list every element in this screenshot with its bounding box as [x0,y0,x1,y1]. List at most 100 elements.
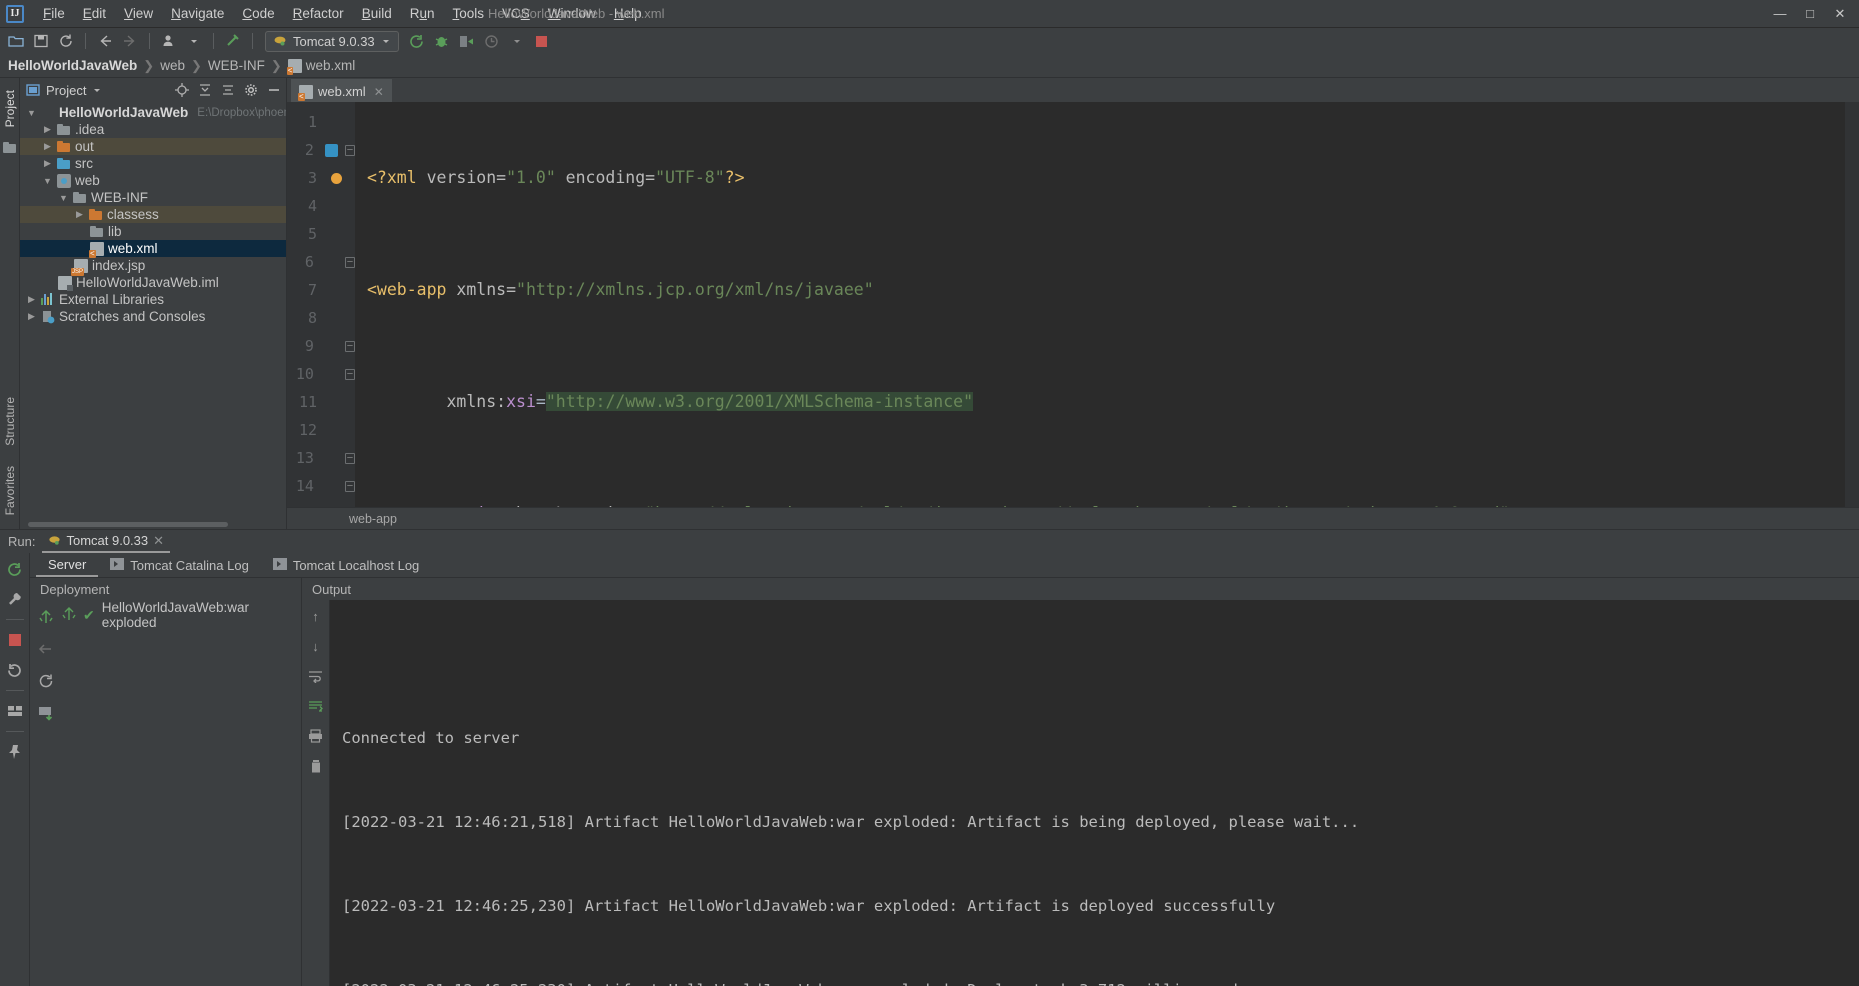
editor-status-element[interactable]: web-app [349,512,397,526]
save-icon[interactable] [30,30,52,52]
user-profile-icon[interactable] [158,30,180,52]
breadcrumb-file[interactable]: web.xml [286,58,355,75]
restart-icon[interactable] [5,660,25,680]
chevron-down-icon[interactable] [183,30,205,52]
menu-item-build[interactable]: Build [353,3,401,24]
breadcrumb-project[interactable]: HelloWorldJavaWeb [8,58,137,73]
tree-node-indexjsp[interactable]: index.jsp [20,257,286,276]
print-icon[interactable] [308,728,324,744]
tree-node-webxml[interactable]: web.xml [20,240,286,258]
menu-item-file[interactable]: File [34,3,74,24]
soft-wrap-icon[interactable] [308,668,324,684]
run-with-coverage-icon[interactable] [456,30,478,52]
editor-gutter[interactable]: 1 2 – 3 4 5 6 – 7 8 9 – 10 – 11 12 13 – 14 – [287,102,355,507]
menu-item-view[interactable]: View [115,3,162,24]
tree-node-iml[interactable]: HelloWorldJavaWeb.iml [20,274,286,291]
tree-node-external-libraries[interactable]: ▶ External Libraries [20,291,286,308]
menu-item-code[interactable]: Code [233,3,283,24]
tree-node-helloworldjavaweb[interactable]: ▼ HelloWorldJavaWeb E:\Dropbox\phoenix\T… [20,104,286,121]
project-tree-horizontal-scrollbar[interactable] [20,520,286,529]
editor-tab-webxml[interactable]: web.xml ✕ [291,79,392,102]
pin-icon[interactable] [5,742,25,762]
trash-icon[interactable] [308,758,324,774]
tab-tomcat-catalina-log[interactable]: Tomcat Catalina Log [98,553,261,577]
deployment-item[interactable]: ✔ HelloWorldJavaWeb:war exploded [62,600,301,630]
build-hammer-icon[interactable] [222,30,244,52]
menu-item-refactor[interactable]: Refactor [284,3,353,24]
tree-node-label: classess [107,207,159,222]
close-button[interactable]: ✕ [1825,6,1855,22]
stop-icon[interactable] [5,630,25,650]
back-arrow-icon[interactable] [94,30,116,52]
scroll-up-icon[interactable]: ↑ [308,608,324,624]
expand-all-icon[interactable] [220,82,236,98]
run-configuration-selector[interactable]: Tomcat 9.0.33 [265,30,399,52]
editor-scrollbar[interactable] [1845,102,1859,507]
tree-node-webinf[interactable]: ▼ WEB-INF [20,189,286,206]
breadcrumb-web[interactable]: web [160,58,185,73]
menu-item-run[interactable]: Run [401,3,444,24]
code-token: <web-app [367,280,447,299]
hide-panel-icon[interactable] [266,82,282,98]
deploy-icon[interactable] [37,608,55,626]
menu-item-navigate[interactable]: Navigate [162,3,233,24]
menu-item-edit[interactable]: Edit [74,3,115,24]
fold-toggle-icon[interactable]: – [344,368,355,380]
run-tab-tomcat[interactable]: Tomcat 9.0.33 ✕ [42,531,171,553]
tool-window-tab-favorites[interactable]: Favorites [1,460,19,521]
console-output[interactable]: Connected to server [2022-03-21 12:46:21… [330,600,1859,986]
run-icon[interactable] [406,30,428,52]
wrench-settings-icon[interactable] [5,589,25,609]
fold-toggle-icon[interactable]: – [344,144,355,156]
chevron-down-icon[interactable]: ▼ [26,108,37,118]
code-content[interactable]: <?xml version="1.0" encoding="UTF-8"?> <… [355,102,1845,507]
fold-toggle-icon[interactable]: – [344,480,355,492]
scroll-to-end-icon[interactable] [308,698,324,714]
sync-icon[interactable] [55,30,77,52]
tree-node-classess[interactable]: ▶ classess [20,206,286,223]
collapse-all-icon[interactable] [197,82,213,98]
settings-gear-icon[interactable] [243,82,259,98]
chevron-right-icon[interactable]: ▶ [42,158,53,169]
layout-icon[interactable] [5,701,25,721]
intention-bulb-icon[interactable] [330,172,342,184]
chevron-right-icon[interactable]: ▶ [26,294,37,305]
xml-schema-badge-icon[interactable] [324,143,338,157]
chevron-right-icon[interactable]: ▶ [42,124,53,135]
breadcrumb: HelloWorldJavaWeb ❯ web ❯ WEB-INF ❯ web.… [0,54,1859,78]
tree-node-out[interactable]: ▶ out [20,138,286,155]
breadcrumb-webinf[interactable]: WEB-INF [208,58,265,73]
tree-node-lib[interactable]: lib [20,223,286,240]
tree-node-idea[interactable]: ▶ .idea [20,121,286,138]
rerun-icon[interactable] [5,559,25,579]
tool-window-tab-structure[interactable]: Structure [1,391,19,452]
close-icon[interactable]: ✕ [153,533,164,549]
debug-icon[interactable] [431,30,453,52]
close-icon[interactable]: ✕ [374,85,384,99]
tab-server[interactable]: Server [36,553,99,577]
chevron-right-icon[interactable]: ▶ [74,209,85,220]
chevron-down-icon[interactable]: ▼ [42,176,53,186]
code-editor[interactable]: 1 2 – 3 4 5 6 – 7 8 9 – 10 – 11 12 13 – 14 – <… [287,102,1859,507]
fold-toggle-icon[interactable]: – [344,256,355,268]
tool-window-tab-project[interactable]: Project [1,84,19,133]
chevron-down-icon-2[interactable] [506,30,528,52]
download-icon[interactable] [37,704,55,722]
locate-icon[interactable] [174,82,190,98]
tab-tomcat-localhost-log[interactable]: Tomcat Localhost Log [261,553,431,577]
tree-node-scratches[interactable]: ▶ Scratches and Consoles [20,308,286,325]
chevron-right-icon[interactable]: ▶ [26,311,37,322]
tree-node-web[interactable]: ▼ web [20,172,286,189]
chevron-right-icon[interactable]: ▶ [42,141,53,152]
maximize-button[interactable]: □ [1795,6,1825,21]
scroll-down-icon[interactable]: ↓ [308,638,324,654]
chevron-down-icon[interactable]: ▼ [58,193,69,203]
stop-icon[interactable] [531,30,553,52]
fold-toggle-icon[interactable]: – [344,452,355,464]
tree-node-src[interactable]: ▶ src [20,155,286,172]
minimize-button[interactable]: — [1765,6,1795,21]
open-folder-icon[interactable] [5,30,27,52]
menu-item-tools[interactable]: Tools [444,3,494,24]
fold-toggle-icon[interactable]: – [344,340,355,352]
redeploy-icon[interactable] [37,672,55,690]
